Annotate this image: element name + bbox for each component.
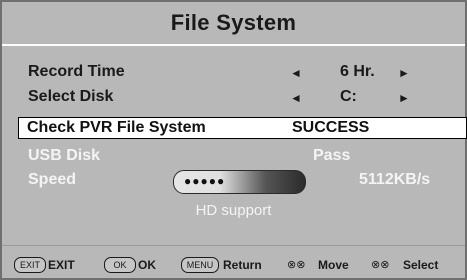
speed-value: 5112KB/s bbox=[359, 171, 431, 188]
select-label: Select bbox=[403, 258, 439, 272]
speed-label: Speed bbox=[28, 171, 77, 188]
footer-divider bbox=[2, 245, 465, 246]
usb-disk-value: Pass bbox=[313, 147, 351, 164]
select-disk-left-arrow-icon[interactable]: ◄ bbox=[290, 91, 302, 105]
file-system-screen: File System Record Time ◄ 6 Hr. ► Select… bbox=[0, 0, 467, 280]
check-pvr-label: Check PVR File System bbox=[27, 119, 206, 136]
speed-indicator-dots: ●●●●● bbox=[184, 174, 226, 188]
select-disk-value[interactable]: C: bbox=[340, 88, 357, 106]
check-pvr-row[interactable]: Check PVR File System SUCCESS bbox=[18, 117, 467, 139]
title-bar: File System bbox=[2, 2, 465, 46]
ok-key-icon[interactable]: OK bbox=[104, 257, 136, 273]
hd-support-text: HD support bbox=[195, 202, 272, 219]
return-label: Return bbox=[223, 258, 262, 272]
usb-disk-label: USB Disk bbox=[28, 147, 101, 164]
up-down-arrows-icon[interactable]: ⊗⊗ bbox=[287, 258, 305, 271]
exit-label: EXIT bbox=[48, 258, 75, 272]
left-right-arrows-icon[interactable]: ⊗⊗ bbox=[371, 258, 389, 271]
record-time-right-arrow-icon[interactable]: ► bbox=[398, 66, 410, 80]
select-disk-label: Select Disk bbox=[28, 88, 114, 105]
record-time-value[interactable]: 6 Hr. bbox=[340, 63, 375, 81]
move-label: Move bbox=[318, 258, 349, 272]
select-disk-right-arrow-icon[interactable]: ► bbox=[398, 91, 410, 105]
exit-key-icon[interactable]: EXIT bbox=[14, 257, 46, 273]
menu-key-icon[interactable]: MENU bbox=[181, 257, 219, 273]
record-time-label: Record Time bbox=[28, 63, 125, 80]
speed-indicator-bar: ●●●●● bbox=[173, 170, 306, 194]
page-title: File System bbox=[170, 10, 297, 35]
check-pvr-status: SUCCESS bbox=[292, 119, 370, 136]
ok-label: OK bbox=[138, 258, 156, 272]
record-time-left-arrow-icon[interactable]: ◄ bbox=[290, 66, 302, 80]
